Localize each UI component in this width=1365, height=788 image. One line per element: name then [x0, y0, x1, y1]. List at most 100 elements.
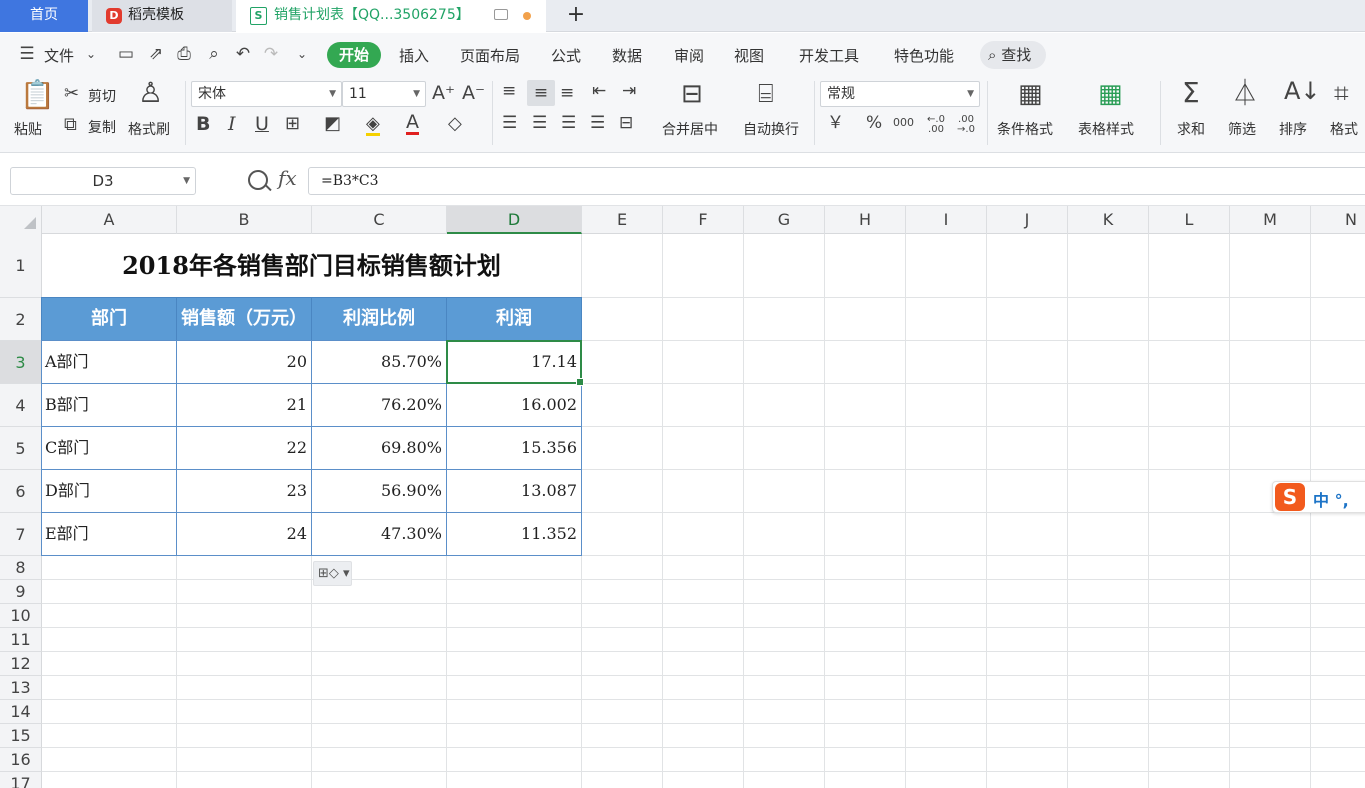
row-header-12[interactable]: 12 [0, 652, 42, 676]
table-cell[interactable]: C部门 [41, 426, 177, 470]
menu-formula[interactable]: 公式 [551, 45, 581, 66]
underline-icon[interactable]: U [255, 115, 269, 134]
format-painter-button[interactable]: 格式刷 [128, 119, 170, 139]
currency-icon[interactable]: ￥ [827, 115, 844, 132]
menu-insert[interactable]: 插入 [399, 45, 429, 66]
row-header-14[interactable]: 14 [0, 700, 42, 724]
new-tab-button[interactable]: + [560, 0, 592, 32]
spreadsheet-grid[interactable]: ABCDEFGHIJKLMN 1 2 3 4 5 6 7 8 9 10 11 12 13 14 15 16 17… [0, 206, 1365, 788]
menu-page-layout[interactable]: 页面布局 [460, 45, 520, 66]
chevron-down-icon[interactable]: ⌄ [80, 43, 102, 65]
column-header-e[interactable]: E [582, 206, 663, 234]
monitor-icon[interactable] [494, 9, 508, 20]
row-header-3[interactable]: 3 [0, 341, 42, 384]
menu-data[interactable]: 数据 [612, 45, 642, 66]
share-icon[interactable]: ⇗ [145, 43, 167, 65]
row-header-16[interactable]: 16 [0, 748, 42, 772]
table-cell[interactable]: 17.14 [446, 340, 582, 384]
quick-access-dropdown-icon[interactable]: ⌄ [291, 43, 313, 65]
font-color-icon[interactable]: A [406, 113, 419, 135]
format-button[interactable]: 格式 [1330, 119, 1358, 139]
font-size-select[interactable]: 11 ▼ [342, 81, 426, 107]
save-icon[interactable]: ▭ [115, 43, 137, 65]
border-icon[interactable]: ⊞ [285, 115, 300, 133]
table-cell[interactable]: A部门 [41, 340, 177, 384]
tab-home[interactable]: 首页 [0, 0, 88, 32]
table-cell[interactable]: 23 [176, 469, 312, 513]
row-header-2[interactable]: 2 [0, 298, 42, 341]
formula-input[interactable]: =B3*C3 [308, 167, 1365, 195]
ime-toolbar[interactable]: S 中 °, [1272, 481, 1365, 513]
table-style-button[interactable]: 表格样式 [1078, 119, 1134, 139]
column-header-m[interactable]: M [1230, 206, 1311, 234]
sort-button[interactable]: 排序 [1279, 119, 1307, 139]
table-cell[interactable]: 56.90% [311, 469, 447, 513]
row-header-5[interactable]: 5 [0, 427, 42, 470]
sheet-title-cell[interactable]: 2018年各销售部门目标销售额计划 [42, 234, 581, 297]
zoom-icon[interactable] [248, 170, 268, 190]
menu-review[interactable]: 审阅 [674, 45, 704, 66]
paste-options-button[interactable]: ⊞◇ ▾ [313, 561, 352, 586]
tab-template[interactable]: D 稻壳模板 [92, 0, 232, 32]
column-header-i[interactable]: I [906, 206, 987, 234]
decrease-font-icon[interactable]: A⁻ [462, 84, 485, 103]
select-all-corner[interactable] [0, 206, 42, 234]
table-header-cell[interactable]: 利润 [446, 297, 582, 341]
decrease-decimal-icon[interactable]: .00 →.0 [954, 115, 978, 135]
row-header-15[interactable]: 15 [0, 724, 42, 748]
number-format-select[interactable]: 常规 ▼ [820, 81, 980, 107]
table-header-cell[interactable]: 销售额（万元） [176, 297, 312, 341]
menu-special[interactable]: 特色功能 [894, 45, 954, 66]
wrap-text-button[interactable]: 自动换行 [743, 119, 799, 139]
cut-button[interactable]: 剪切 [88, 86, 116, 106]
table-header-cell[interactable]: 部门 [41, 297, 177, 341]
menu-dev-tools[interactable]: 开发工具 [799, 45, 859, 66]
merge-center-button[interactable]: 合并居中 [662, 119, 718, 139]
increase-indent-icon[interactable]: ⇥ [622, 83, 636, 100]
format-icon[interactable]: ⌗ [1334, 81, 1349, 107]
row-header-17[interactable]: 17 [0, 772, 42, 788]
align-left-icon[interactable]: ☰ [502, 115, 517, 132]
undo-icon[interactable]: ↶ [232, 43, 254, 65]
hamburger-menu-icon[interactable]: ☰ [16, 43, 38, 65]
row-header-13[interactable]: 13 [0, 676, 42, 700]
table-cell[interactable]: 20 [176, 340, 312, 384]
menu-start[interactable]: 开始 [327, 42, 381, 68]
menu-file[interactable]: 文件 [44, 45, 74, 66]
table-cell[interactable]: D部门 [41, 469, 177, 513]
merge-center-icon[interactable]: ⊟ [681, 81, 703, 107]
conditional-format-icon[interactable]: ▦ [1018, 81, 1043, 107]
table-cell[interactable]: 13.087 [446, 469, 582, 513]
table-cell[interactable]: 76.20% [311, 383, 447, 427]
column-header-b[interactable]: B [177, 206, 312, 234]
bold-icon[interactable]: B [196, 115, 210, 134]
column-header-j[interactable]: J [987, 206, 1068, 234]
menu-search[interactable]: ⌕ 查找 [980, 41, 1046, 69]
column-header-g[interactable]: G [744, 206, 825, 234]
conditional-format-button[interactable]: 条件格式 [997, 119, 1053, 139]
row-header-1[interactable]: 1 [0, 234, 42, 298]
row-header-10[interactable]: 10 [0, 604, 42, 628]
row-header-4[interactable]: 4 [0, 384, 42, 427]
decrease-indent-icon[interactable]: ⇤ [592, 83, 606, 100]
increase-decimal-icon[interactable]: ←.0 .00 [924, 115, 948, 135]
font-family-select[interactable]: 宋体 ▼ [191, 81, 342, 107]
redo-icon[interactable]: ↷ [260, 43, 282, 65]
name-box[interactable]: D3 ▼ [10, 167, 196, 195]
table-cell[interactable]: 47.30% [311, 512, 447, 556]
align-top-icon[interactable]: ≡ [502, 83, 516, 100]
table-header-cell[interactable]: 利润比例 [311, 297, 447, 341]
table-cell[interactable]: 22 [176, 426, 312, 470]
wrap-text-icon[interactable]: ⌸ [758, 81, 774, 107]
eraser-icon[interactable]: ◇ [448, 115, 462, 133]
distributed-icon[interactable]: ⊟ [619, 115, 633, 132]
row-header-9[interactable]: 9 [0, 580, 42, 604]
table-cell[interactable]: B部门 [41, 383, 177, 427]
menu-view[interactable]: 视图 [734, 45, 764, 66]
paste-icon[interactable]: 📋 [20, 81, 55, 109]
sum-icon[interactable]: Σ [1182, 79, 1200, 107]
table-cell[interactable]: 24 [176, 512, 312, 556]
column-header-n[interactable]: N [1311, 206, 1365, 234]
fill-style-icon[interactable]: ◩ [324, 115, 341, 133]
filter-button[interactable]: 筛选 [1228, 119, 1256, 139]
